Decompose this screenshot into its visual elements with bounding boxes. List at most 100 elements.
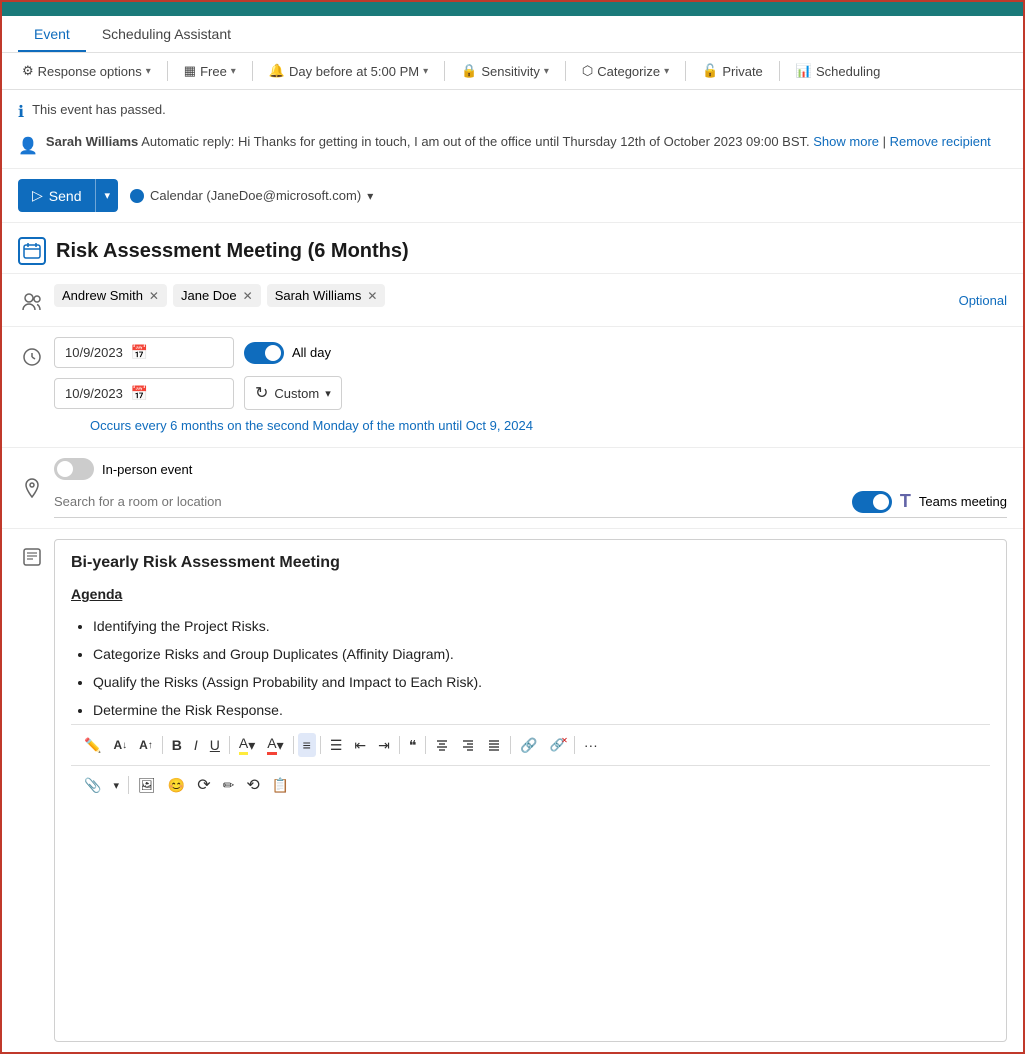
location-search-input[interactable]: [54, 490, 852, 513]
sketch-button[interactable]: ✏: [218, 773, 240, 798]
insert-image-button[interactable]: 🖼: [133, 773, 161, 798]
fmt-divider-3: [293, 736, 294, 754]
private-button[interactable]: 🔓 Private: [694, 59, 771, 83]
remove-attendee-2[interactable]: ✕: [367, 289, 377, 303]
alert-auto-reply-text: Automatic reply: Hi Thanks for getting i…: [141, 134, 809, 149]
align-right-button[interactable]: [456, 734, 480, 756]
alert-bar: ℹ This event has passed. 👤 Sarah William…: [2, 90, 1023, 169]
fmt-divider-9: [128, 776, 129, 794]
show-more-link[interactable]: Show more: [813, 134, 879, 149]
info-icon: ℹ: [18, 102, 24, 122]
alert-auto-reply: 👤 Sarah Williams Automatic reply: Hi Tha…: [18, 130, 1007, 160]
end-date-input[interactable]: 10/9/2023 📅: [54, 378, 234, 409]
copilot-button[interactable]: 📋: [267, 773, 294, 798]
highlight-tool-button[interactable]: ✏️: [79, 733, 106, 758]
sensitivity-icon: 🔒: [461, 63, 477, 79]
send-button[interactable]: ▷ Send: [18, 179, 95, 212]
teams-label: Teams meeting: [919, 494, 1007, 509]
attach-file-button[interactable]: 📎: [79, 773, 106, 798]
emoji-button[interactable]: 😊: [163, 773, 190, 798]
scheduling-button[interactable]: 📊 Scheduling: [788, 59, 889, 83]
end-date-value: 10/9/2023: [65, 386, 123, 401]
more-options-button[interactable]: ···: [579, 733, 603, 757]
sensitivity-button[interactable]: 🔒 Sensitivity ▾: [453, 59, 557, 83]
italic-button[interactable]: I: [189, 733, 203, 757]
all-day-toggle[interactable]: [244, 342, 284, 364]
font-color-button[interactable]: A▾: [262, 731, 288, 759]
increase-indent-button[interactable]: ⇥: [373, 733, 395, 758]
justify-button[interactable]: [482, 734, 506, 756]
tab-scheduling[interactable]: Scheduling Assistant: [86, 16, 247, 52]
loop2-button[interactable]: ⟲: [241, 771, 264, 799]
start-calendar-icon: 📅: [131, 344, 148, 361]
calendar-chevron: ▾: [367, 189, 373, 203]
reminder-button[interactable]: 🔔 Day before at 5:00 PM ▾: [261, 59, 436, 83]
remove-attendee-0[interactable]: ✕: [149, 289, 159, 303]
loop-button[interactable]: ⟳: [192, 771, 215, 799]
format-toolbar-row2: 📎 ▾ 🖼 😊 ⟳ ✏ ⟲ 📋: [71, 765, 990, 804]
start-date-line: 10/9/2023 📅 All day: [54, 337, 1007, 368]
align-left-button[interactable]: ≡: [298, 733, 316, 757]
align-center-button[interactable]: [430, 734, 454, 756]
event-icon: [18, 237, 46, 265]
in-person-toggle[interactable]: [54, 458, 94, 480]
decrease-indent-button[interactable]: ⇤: [349, 733, 371, 758]
send-area: ▷ Send ▾ Calendar (JaneDoe@microsoft.com…: [2, 169, 1023, 223]
free-button[interactable]: ▦ Free ▾: [176, 59, 244, 83]
attach-dropdown-button[interactable]: ▾: [108, 775, 124, 796]
bold-button[interactable]: B: [167, 733, 187, 757]
remove-recipient-link[interactable]: Remove recipient: [890, 134, 991, 149]
agenda-list: Identifying the Project Risks. Categoriz…: [71, 612, 990, 724]
fmt-divider-7: [510, 736, 511, 754]
teams-icon: T: [900, 491, 911, 512]
tab-event[interactable]: Event: [18, 16, 86, 52]
send-dropdown-button[interactable]: ▾: [95, 179, 118, 212]
remove-link-button[interactable]: 🔗✕: [545, 734, 570, 756]
start-date-input[interactable]: 10/9/2023 📅: [54, 337, 234, 368]
location-icon: [18, 474, 46, 502]
send-icon: ▷: [32, 187, 43, 204]
in-person-label: In-person event: [102, 462, 192, 477]
people-tags: Andrew Smith ✕ Jane Doe ✕ Sarah Williams…: [54, 284, 951, 307]
optional-link[interactable]: Optional: [959, 293, 1007, 308]
top-bar: [2, 2, 1023, 16]
categorize-chevron: ▾: [664, 66, 669, 77]
highlight-color-button[interactable]: A▾: [234, 731, 260, 759]
recurrence-icon: ↻: [255, 383, 268, 403]
teams-toggle-wrap: T Teams meeting: [852, 491, 1007, 513]
in-person-line: In-person event: [54, 458, 1007, 480]
underline-button[interactable]: U: [205, 733, 225, 757]
toolbar: ⚙ Response options ▾ ▦ Free ▾ 🔔 Day befo…: [2, 53, 1023, 90]
calendar-selector[interactable]: Calendar (JaneDoe@microsoft.com) ▾: [130, 188, 373, 203]
quote-button[interactable]: ❝: [404, 733, 422, 758]
body-icon: [18, 543, 46, 571]
start-date-value: 10/9/2023: [65, 345, 123, 360]
agenda-item-2: Qualify the Risks (Assign Probability an…: [93, 668, 990, 696]
private-icon: 🔓: [702, 63, 718, 79]
bullet-list-button[interactable]: ☰: [325, 733, 348, 758]
recurrence-button[interactable]: ↻ Custom ▾: [244, 376, 342, 410]
attendee-tag-2: Sarah Williams ✕: [267, 284, 386, 307]
toolbar-divider-2: [252, 61, 253, 81]
tab-bar: Event Scheduling Assistant: [2, 16, 1023, 53]
insert-link-button[interactable]: 🔗: [515, 733, 542, 758]
all-day-label: All day: [292, 345, 331, 360]
alert-sender-name: Sarah Williams: [46, 134, 138, 149]
free-chevron: ▾: [231, 66, 236, 77]
font-size-decrease-button[interactable]: A↓: [108, 734, 132, 756]
free-icon: ▦: [184, 63, 196, 79]
fmt-divider-5: [399, 736, 400, 754]
fmt-divider-1: [162, 736, 163, 754]
meeting-title: Risk Assessment Meeting (6 Months): [56, 240, 409, 263]
font-size-increase-button[interactable]: A↑: [134, 734, 158, 756]
format-toolbar-row1: ✏️ A↓ A↑ B I U A▾ A▾ ≡ ☰ ⇤ ⇥: [71, 724, 990, 765]
toolbar-divider-6: [779, 61, 780, 81]
reminder-icon: 🔔: [269, 63, 285, 79]
agenda-item-1: Categorize Risks and Group Duplicates (A…: [93, 640, 990, 668]
toolbar-divider-5: [685, 61, 686, 81]
attendee-name-0: Andrew Smith: [62, 288, 143, 303]
remove-attendee-1[interactable]: ✕: [243, 289, 253, 303]
categorize-button[interactable]: ⬡ Categorize ▾: [574, 59, 677, 83]
teams-toggle[interactable]: [852, 491, 892, 513]
response-options-button[interactable]: ⚙ Response options ▾: [14, 59, 159, 83]
